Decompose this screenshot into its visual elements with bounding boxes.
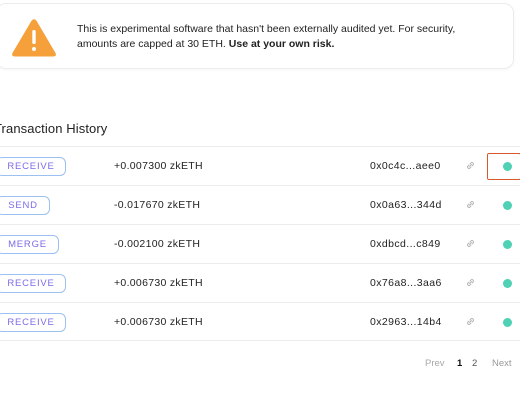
amount: +0.007300 zkETH bbox=[114, 160, 203, 172]
status-dot bbox=[503, 240, 512, 249]
status-dot bbox=[503, 318, 512, 327]
amount: +0.006730 zkETH bbox=[114, 277, 203, 289]
tx-hash[interactable]: 0x2963...14b4 bbox=[370, 316, 442, 328]
warning-triangle-icon bbox=[12, 19, 56, 57]
type-badge[interactable]: RECEIVE bbox=[0, 313, 66, 332]
tx-hash[interactable]: 0x76a8...3aa6 bbox=[370, 277, 442, 289]
amount: +0.006730 zkETH bbox=[114, 316, 203, 328]
warning-emphasis: Use at your own risk. bbox=[228, 38, 335, 50]
status-dot bbox=[503, 279, 512, 288]
transaction-table: RECEIVE +0.007300 zkETH 0x0c4c...aee0 SE… bbox=[0, 146, 520, 341]
highlight-box bbox=[487, 153, 520, 180]
amount: -0.002100 zkETH bbox=[114, 238, 201, 250]
page-1-button[interactable]: 1 bbox=[457, 358, 462, 369]
type-badge[interactable]: RECEIVE bbox=[0, 274, 66, 293]
table-row: RECEIVE +0.006730 zkETH 0x76a8...3aa6 bbox=[0, 263, 520, 302]
amount: -0.017670 zkETH bbox=[114, 199, 201, 211]
table-row: RECEIVE +0.006730 zkETH 0x2963...14b4 bbox=[0, 302, 520, 341]
link-icon[interactable] bbox=[465, 277, 476, 288]
link-icon[interactable] bbox=[465, 238, 476, 249]
table-row: RECEIVE +0.007300 zkETH 0x0c4c...aee0 bbox=[0, 146, 520, 185]
type-badge[interactable]: RECEIVE bbox=[0, 157, 66, 176]
page-2-button[interactable]: 2 bbox=[472, 358, 477, 369]
link-icon[interactable] bbox=[465, 199, 476, 210]
tx-hash[interactable]: 0x0c4c...aee0 bbox=[370, 160, 441, 172]
table-row: SEND -0.017670 zkETH 0x0a63...344d bbox=[0, 185, 520, 224]
warning-message: This is experimental software that hasn'… bbox=[77, 22, 497, 52]
tx-hash[interactable]: 0xdbcd...c849 bbox=[370, 238, 441, 250]
status-dot bbox=[503, 201, 512, 210]
section-title: Transaction History bbox=[0, 121, 108, 136]
warning-banner: This is experimental software that hasn'… bbox=[0, 3, 514, 69]
table-row: MERGE -0.002100 zkETH 0xdbcd...c849 bbox=[0, 224, 520, 263]
pagination: Prev 1 2 Next bbox=[0, 358, 520, 372]
type-badge[interactable]: SEND bbox=[0, 196, 50, 215]
type-badge[interactable]: MERGE bbox=[0, 235, 59, 254]
tx-hash[interactable]: 0x0a63...344d bbox=[370, 199, 442, 211]
next-page-button[interactable]: Next bbox=[492, 358, 512, 369]
link-icon[interactable] bbox=[465, 160, 476, 171]
link-icon[interactable] bbox=[465, 316, 476, 327]
prev-page-button[interactable]: Prev bbox=[425, 358, 445, 369]
